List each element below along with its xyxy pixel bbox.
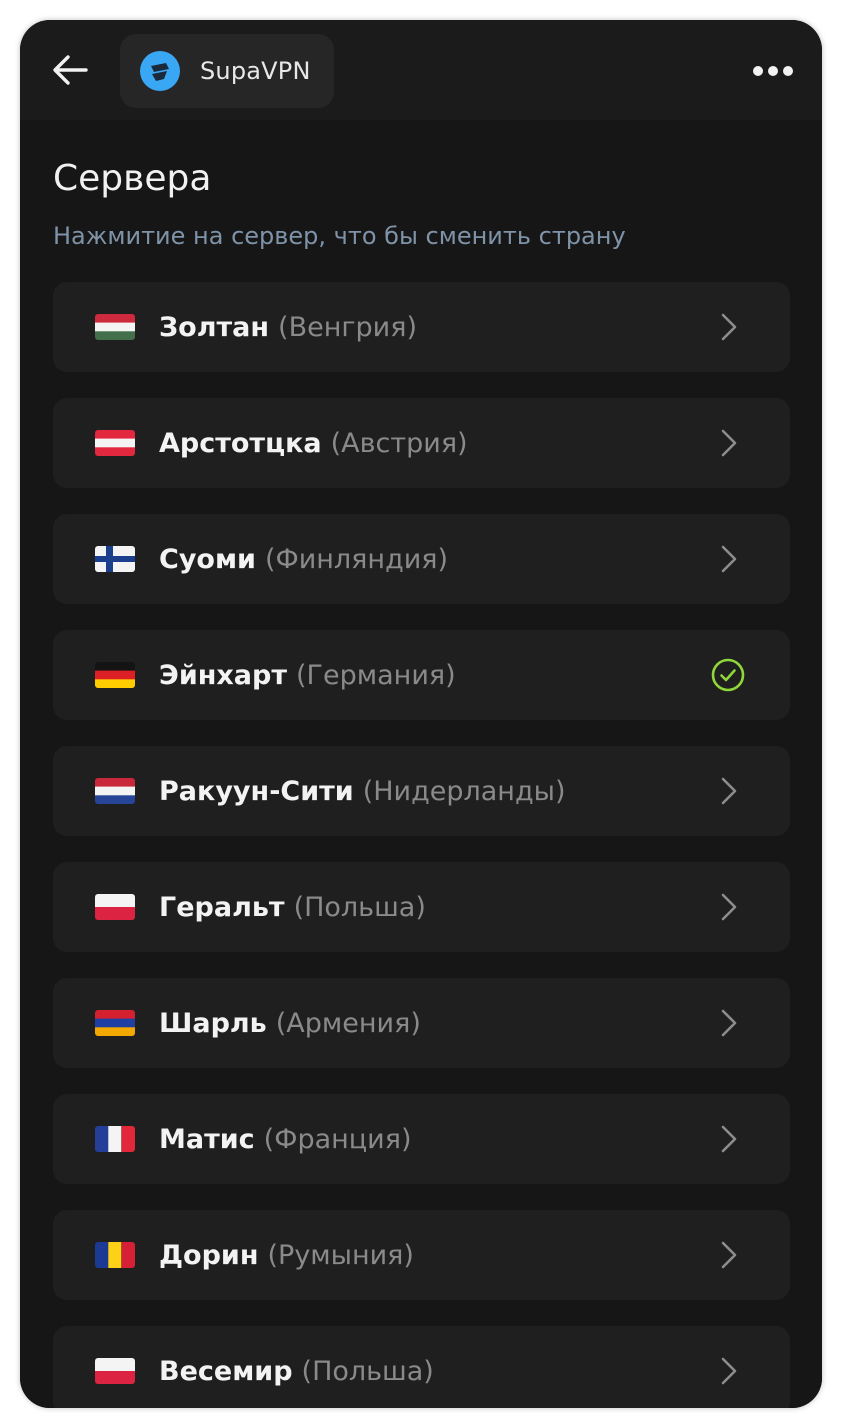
server-row-hungary[interactable]: Золтан (Венгрия) <box>53 282 790 372</box>
chevron-right-icon <box>710 309 746 345</box>
servers-screen: Сервера Нажмитие на сервер, что бы смени… <box>20 120 822 1408</box>
server-row-poland[interactable]: Весемир (Польша) <box>53 1326 790 1408</box>
server-list: Золтан (Венгрия) Арстотцка (Австрия) Суоми (Ф… <box>53 282 790 1408</box>
chevron-right-icon <box>710 889 746 925</box>
server-row-france[interactable]: Матис (Франция) <box>53 1094 790 1184</box>
chevron-right-icon <box>710 425 746 461</box>
server-row-finland[interactable]: Суоми (Финляндия) <box>53 514 790 604</box>
more-horizontal-icon <box>753 66 793 76</box>
server-country: (Армения) <box>275 1007 421 1039</box>
server-name: Эйнхарт <box>159 659 287 691</box>
app-window: SupaVPN Сервера Нажмитие на сервер, что … <box>20 20 822 1408</box>
france-flag-icon <box>95 1126 135 1152</box>
top-bar: SupaVPN <box>20 20 822 120</box>
chevron-right-icon <box>710 773 746 809</box>
server-country: (Польша) <box>293 891 426 923</box>
chevron-right-icon <box>710 1237 746 1273</box>
page-title: Сервера <box>53 158 212 199</box>
server-row-netherlands[interactable]: Ракуун-Сити (Нидерланды) <box>53 746 790 836</box>
hungary-flag-icon <box>95 314 135 340</box>
server-name: Матис <box>159 1123 255 1155</box>
app-switcher-chip[interactable]: SupaVPN <box>120 34 334 108</box>
server-name: Арстотцка <box>159 427 322 459</box>
server-country: (Франция) <box>263 1123 412 1155</box>
chevron-right-icon <box>710 541 746 577</box>
server-country: (Польша) <box>301 1355 434 1387</box>
chevron-right-icon <box>710 1353 746 1389</box>
poland-flag-icon <box>95 1358 135 1384</box>
finland-flag-icon <box>95 546 135 572</box>
server-name: Золтан <box>159 311 270 343</box>
page-subtitle: Нажмитие на сервер, что бы сменить стран… <box>53 222 626 250</box>
server-row-austria[interactable]: Арстотцка (Австрия) <box>53 398 790 488</box>
armenia-flag-icon <box>95 1010 135 1036</box>
check-circle-icon <box>710 657 746 693</box>
germany-flag-icon <box>95 662 135 688</box>
server-name: Шарль <box>159 1007 267 1039</box>
server-country: (Нидерланды) <box>362 775 566 807</box>
app-name: SupaVPN <box>200 57 311 85</box>
chevron-right-icon <box>710 1121 746 1157</box>
chevron-right-icon <box>710 1005 746 1041</box>
server-name: Геральт <box>159 891 285 923</box>
server-row-armenia[interactable]: Шарль (Армения) <box>53 978 790 1068</box>
more-button[interactable] <box>746 54 800 88</box>
server-country: (Финляндия) <box>264 543 449 575</box>
back-button[interactable] <box>48 48 92 92</box>
server-country: (Румыния) <box>267 1239 414 1271</box>
austria-flag-icon <box>95 430 135 456</box>
server-name: Ракуун-Сити <box>159 775 354 807</box>
server-name: Дорин <box>159 1239 259 1271</box>
poland-flag-icon <box>95 894 135 920</box>
arrow-left-icon <box>53 55 88 85</box>
server-country: (Венгрия) <box>278 311 417 343</box>
supavpn-logo-icon <box>140 51 180 91</box>
server-row-poland[interactable]: Геральт (Польша) <box>53 862 790 952</box>
server-name: Суоми <box>159 543 256 575</box>
server-row-romania[interactable]: Дорин (Румыния) <box>53 1210 790 1300</box>
server-country: (Австрия) <box>330 427 468 459</box>
server-country: (Германия) <box>296 659 456 691</box>
server-name: Весемир <box>159 1355 293 1387</box>
netherlands-flag-icon <box>95 778 135 804</box>
server-row-germany[interactable]: Эйнхарт (Германия) <box>53 630 790 720</box>
romania-flag-icon <box>95 1242 135 1268</box>
